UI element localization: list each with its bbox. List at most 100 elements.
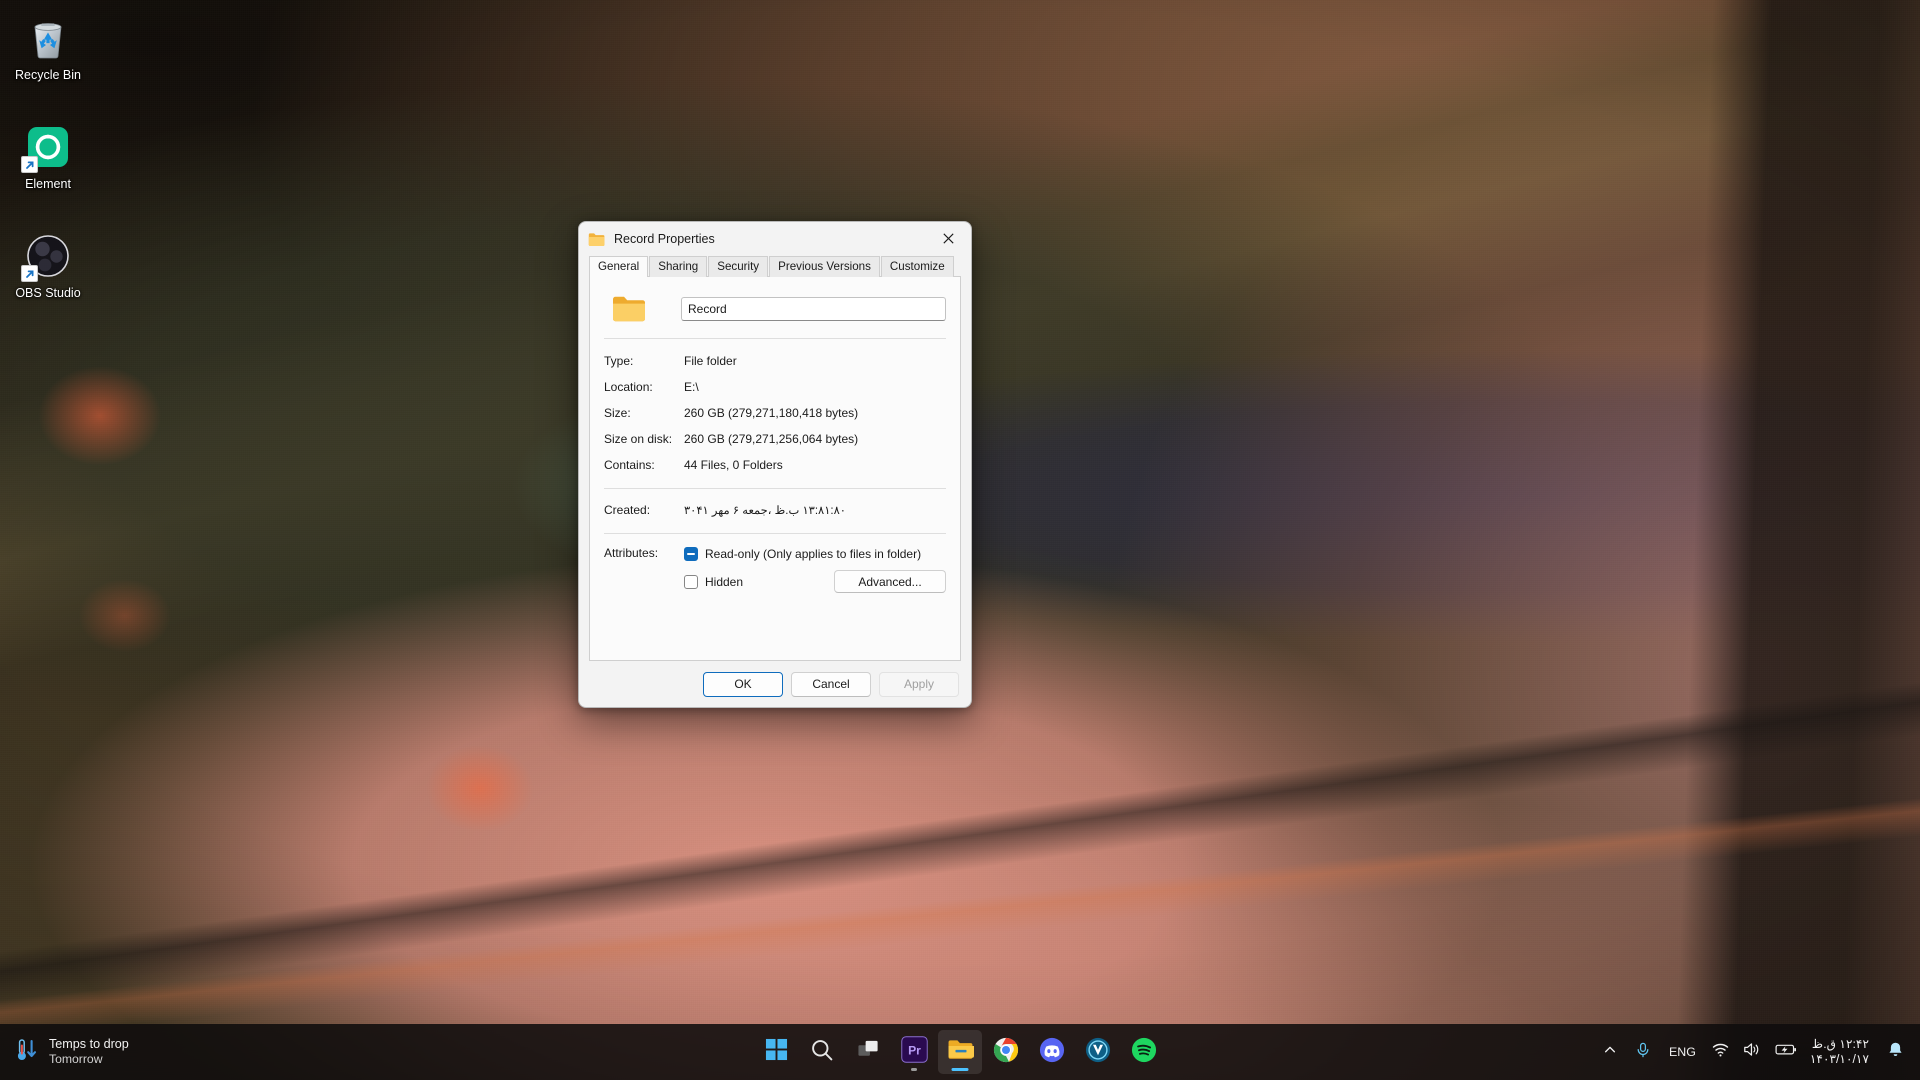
attributes-label: Attributes: [604, 546, 659, 560]
task-view-button[interactable] [846, 1030, 890, 1074]
spotify-icon [1131, 1037, 1157, 1068]
taskbar-left: Temps to drop Tomorrow [0, 1037, 300, 1068]
thermometer-down-icon [14, 1037, 40, 1068]
wifi-icon [1712, 1041, 1729, 1063]
readonly-checkbox[interactable] [684, 546, 698, 561]
readonly-label: Read-only (Only applies to files in fold… [705, 546, 922, 561]
tab-customize[interactable]: Customize [880, 256, 954, 277]
property-value: 260 GB (279,271,180,418 bytes) [684, 406, 859, 420]
folder-name-input[interactable] [681, 297, 946, 321]
cancel-button[interactable]: Cancel [791, 671, 871, 697]
property-row-created: Created: ۰۸:۱۸:۳۱ ب.ظ ،جمعه ۶ مهر ۱۴۰۳ [604, 497, 946, 523]
wifi-button[interactable] [1705, 1032, 1736, 1072]
close-icon[interactable] [926, 222, 971, 255]
property-value: 44 Files, 0 Folders [684, 458, 783, 472]
weather-widget[interactable]: Temps to drop Tomorrow [14, 1037, 129, 1068]
notifications-button[interactable] [1879, 1032, 1912, 1072]
property-row-size-on-disk: Size on disk: 260 GB (279,271,256,064 by… [604, 426, 946, 452]
microphone-button[interactable] [1626, 1032, 1660, 1072]
property-label: Size on disk: [604, 432, 673, 446]
discord-icon [1039, 1037, 1065, 1068]
taskbar-center: Pr [754, 1024, 1166, 1080]
attributes-row: Attributes: Read-only (Only applies to f… [604, 542, 946, 593]
divider [604, 488, 946, 489]
desktop-icon-element[interactable]: Element [0, 113, 96, 200]
apply-button: Apply [879, 671, 959, 697]
search-button[interactable] [800, 1030, 844, 1074]
record-properties-dialog[interactable]: Record Properties General Sharing Securi… [578, 221, 972, 708]
recycle-bin-icon [24, 14, 72, 62]
tray-overflow-button[interactable] [1594, 1032, 1626, 1072]
start-button[interactable] [754, 1030, 798, 1074]
dialog-titlebar[interactable]: Record Properties [579, 222, 971, 256]
running-indicator-active [951, 1068, 969, 1071]
battery-button[interactable] [1768, 1032, 1804, 1072]
clock-date: ۱۴۰۳/۱۰/۱۷ [1809, 1052, 1869, 1066]
property-row-contains: Contains: 44 Files, 0 Folders [604, 452, 946, 478]
v2ray-button[interactable] [1076, 1030, 1120, 1074]
premiere-pro-button[interactable]: Pr [892, 1030, 936, 1074]
ok-button[interactable]: OK [703, 671, 783, 697]
chrome-button[interactable] [984, 1030, 1028, 1074]
folder-name-row [604, 291, 946, 327]
clock-button[interactable]: ۱۲:۴۲ ق.ظ ۱۴۰۳/۱۰/۱۷ [1804, 1037, 1879, 1068]
property-row-type: Type: File folder [604, 348, 946, 374]
hidden-checkbox[interactable] [684, 574, 698, 589]
bell-icon [1887, 1041, 1904, 1063]
property-label: Type: [604, 354, 634, 368]
property-label: Size: [604, 406, 631, 420]
taskbar[interactable]: Temps to drop Tomorrow Pr ENG ۱۲:۴۲ ق.ظ … [0, 1024, 1920, 1080]
chevron-up-icon [1603, 1043, 1617, 1062]
property-row-size: Size: 260 GB (279,271,180,418 bytes) [604, 400, 946, 426]
desktop-icon-label: OBS Studio [15, 286, 81, 300]
chrome-icon [993, 1037, 1019, 1068]
property-label: Contains: [604, 458, 655, 472]
running-indicator [911, 1068, 917, 1071]
spotify-button[interactable] [1122, 1030, 1166, 1074]
property-row-location: Location: E:\ [604, 374, 946, 400]
language-button[interactable]: ENG [1660, 1032, 1705, 1072]
property-value: File folder [684, 354, 737, 368]
dialog-button-bar: OK Cancel Apply [579, 661, 971, 707]
v2ray-icon [1085, 1037, 1111, 1068]
element-icon [21, 123, 72, 173]
tab-general[interactable]: General [589, 256, 649, 277]
property-label: Location: [604, 380, 653, 394]
battery-charging-icon [1775, 1042, 1797, 1062]
advanced-button[interactable]: Advanced... [834, 570, 946, 593]
language-label: ENG [1669, 1045, 1696, 1059]
dialog-title: Record Properties [614, 232, 715, 246]
desktop-icon-label: Element [25, 177, 71, 191]
windows-logo-icon [765, 1038, 788, 1066]
hidden-checkbox-row[interactable]: Hidden Advanced... [684, 570, 946, 593]
general-tab-panel: Type: File folder Location: E:\ Size: 26… [589, 276, 961, 661]
microphone-icon [1635, 1042, 1651, 1063]
tab-security[interactable]: Security [708, 256, 769, 277]
dialog-tabs[interactable]: General Sharing Security Previous Versio… [579, 256, 971, 277]
search-icon [810, 1038, 834, 1067]
divider [604, 533, 946, 534]
obs-studio-icon [21, 232, 72, 282]
desktop[interactable]: Recycle Bin Element OBS Studio Record Pr… [0, 0, 1920, 1080]
property-label: Created: [604, 503, 651, 517]
svg-text:Pr: Pr [908, 1043, 921, 1057]
file-explorer-button[interactable] [938, 1030, 982, 1074]
folder-icon [947, 1036, 974, 1068]
discord-button[interactable] [1030, 1030, 1074, 1074]
desktop-icon-recycle-bin[interactable]: Recycle Bin [0, 4, 96, 91]
readonly-checkbox-row[interactable]: Read-only (Only applies to files in fold… [684, 542, 946, 565]
task-view-icon [857, 1038, 880, 1066]
large-folder-icon [612, 295, 646, 323]
volume-button[interactable] [1736, 1032, 1768, 1072]
shortcut-arrow-icon [21, 265, 38, 282]
divider [604, 338, 946, 339]
premiere-pro-icon: Pr [900, 1036, 928, 1068]
folder-icon [588, 232, 605, 247]
tab-previous-versions[interactable]: Previous Versions [769, 256, 880, 277]
tab-sharing[interactable]: Sharing [649, 256, 708, 277]
desktop-icon-obs-studio[interactable]: OBS Studio [0, 222, 96, 309]
desktop-icon-label: Recycle Bin [15, 68, 81, 82]
taskbar-system-tray: ENG ۱۲:۴۲ ق.ظ ۱۴۰۳/۱۰/۱۷ [1594, 1024, 1920, 1080]
speaker-icon [1743, 1041, 1761, 1063]
created-date-value: ۰۸:۱۸:۳۱ ب.ظ ،جمعه ۶ مهر ۱۴۰۳ [684, 505, 846, 517]
